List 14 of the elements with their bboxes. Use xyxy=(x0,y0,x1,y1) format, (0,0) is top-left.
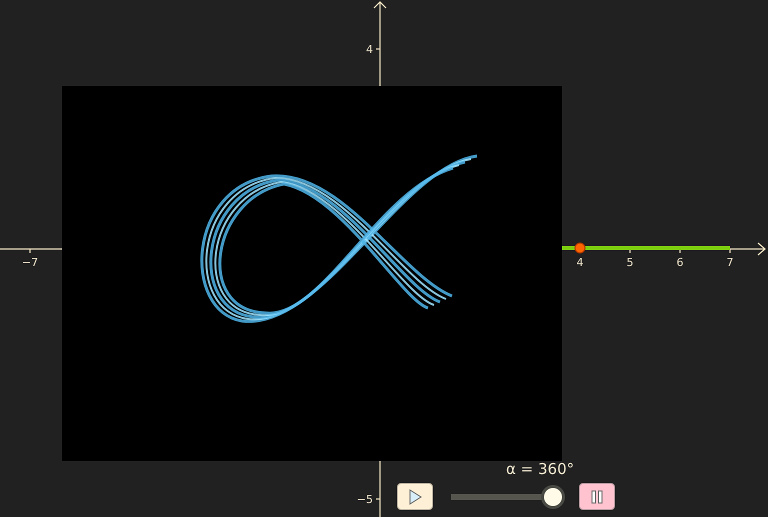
pause-icon xyxy=(590,490,604,504)
point[interactable] xyxy=(574,242,586,254)
x-tick-label: −7 xyxy=(22,256,38,269)
x-tick-label: 4 xyxy=(576,256,584,269)
x-tick-label: 6 xyxy=(676,256,684,269)
x-tick-label: 5 xyxy=(626,256,634,269)
pause-button[interactable] xyxy=(579,483,615,510)
slider-thumb[interactable] xyxy=(544,488,562,506)
angle-label: α = 360° xyxy=(506,460,574,478)
x-tick-label: 7 xyxy=(726,256,734,269)
y-tick-label: 4 xyxy=(366,43,373,56)
play-icon xyxy=(408,488,422,504)
play-button[interactable] xyxy=(397,483,433,510)
y-tick-label: −5 xyxy=(356,493,373,506)
